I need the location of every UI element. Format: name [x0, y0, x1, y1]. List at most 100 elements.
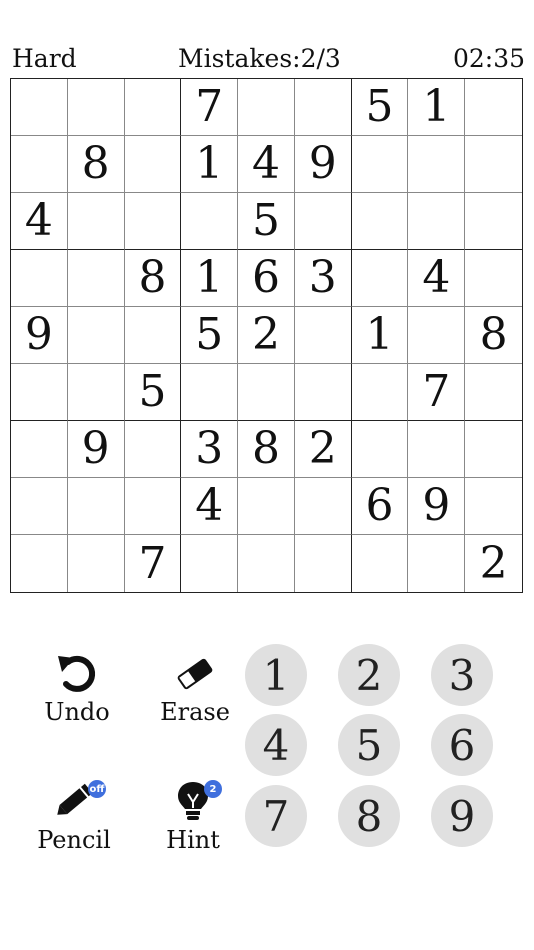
- sudoku-cell[interactable]: 7: [125, 535, 182, 592]
- sudoku-cell[interactable]: [238, 535, 295, 592]
- sudoku-cell[interactable]: [67, 250, 125, 307]
- sudoku-cell[interactable]: [68, 535, 125, 592]
- pencil-mode-badge: off: [88, 780, 106, 798]
- sudoku-cell[interactable]: [295, 535, 352, 592]
- sudoku-cell[interactable]: [181, 364, 239, 421]
- sudoku-cell[interactable]: [124, 478, 182, 535]
- sudoku-cell[interactable]: [351, 136, 409, 193]
- sudoku-cell[interactable]: 8: [67, 136, 125, 193]
- sudoku-cell[interactable]: 5: [124, 364, 182, 421]
- sudoku-cell[interactable]: [351, 193, 409, 250]
- sudoku-cell[interactable]: [465, 136, 522, 193]
- sudoku-cell[interactable]: [465, 421, 522, 478]
- sudoku-cell[interactable]: [67, 307, 125, 364]
- sudoku-cell[interactable]: 9: [67, 421, 125, 478]
- sudoku-cell[interactable]: [408, 421, 466, 478]
- sudoku-cell[interactable]: [11, 478, 68, 535]
- sudoku-cell[interactable]: [181, 193, 239, 250]
- sudoku-cell[interactable]: [11, 250, 68, 307]
- sudoku-cell[interactable]: [11, 421, 68, 478]
- sudoku-cell[interactable]: 6: [238, 250, 295, 307]
- number-key[interactable]: 7: [245, 785, 307, 847]
- number-key[interactable]: 4: [245, 714, 307, 776]
- sudoku-cell[interactable]: [408, 535, 466, 592]
- sudoku-cell[interactable]: [465, 79, 522, 136]
- sudoku-cell[interactable]: [351, 364, 409, 421]
- sudoku-cell[interactable]: 9: [294, 136, 352, 193]
- sudoku-cell[interactable]: [11, 136, 68, 193]
- number-key[interactable]: 6: [431, 714, 493, 776]
- sudoku-cell[interactable]: [294, 364, 352, 421]
- pencil-label: Pencil: [37, 826, 111, 854]
- sudoku-cell[interactable]: 1: [181, 250, 239, 307]
- sudoku-cell[interactable]: 4: [181, 478, 239, 535]
- sudoku-cell[interactable]: 2: [294, 421, 352, 478]
- sudoku-cell[interactable]: [294, 193, 352, 250]
- hint-button[interactable]: 2 Hint: [160, 778, 226, 854]
- sudoku-cell[interactable]: [11, 535, 68, 592]
- sudoku-cell[interactable]: 6: [351, 478, 409, 535]
- sudoku-cell[interactable]: [181, 535, 239, 592]
- sudoku-cell[interactable]: [124, 421, 182, 478]
- sudoku-cell[interactable]: [408, 193, 466, 250]
- sudoku-cell[interactable]: [124, 136, 182, 193]
- sudoku-cell[interactable]: 4: [238, 136, 295, 193]
- sudoku-cell[interactable]: 4: [408, 250, 466, 307]
- number-key[interactable]: 8: [338, 785, 400, 847]
- sudoku-cell[interactable]: [124, 193, 182, 250]
- sudoku-cell[interactable]: [11, 79, 68, 136]
- undo-button[interactable]: Undo: [40, 650, 114, 726]
- sudoku-cell[interactable]: 8: [124, 250, 182, 307]
- sudoku-cell[interactable]: [238, 79, 295, 136]
- sudoku-cell[interactable]: [67, 478, 125, 535]
- sudoku-cell[interactable]: [465, 250, 522, 307]
- sudoku-cell[interactable]: [408, 136, 466, 193]
- sudoku-cell[interactable]: 8: [465, 307, 522, 364]
- sudoku-cell[interactable]: 1: [181, 136, 239, 193]
- sudoku-cell[interactable]: 1: [408, 79, 466, 136]
- sudoku-cell[interactable]: 8: [238, 421, 295, 478]
- pencil-icon: off: [44, 778, 106, 824]
- sudoku-cell[interactable]: [351, 421, 409, 478]
- sudoku-cell[interactable]: 9: [11, 307, 68, 364]
- sudoku-cell[interactable]: [124, 79, 182, 136]
- sudoku-cell[interactable]: 3: [294, 250, 352, 307]
- sudoku-cell[interactable]: [124, 307, 182, 364]
- sudoku-cell[interactable]: 5: [351, 79, 409, 136]
- number-key[interactable]: 1: [245, 644, 307, 706]
- sudoku-cell[interactable]: [408, 307, 466, 364]
- number-key[interactable]: 3: [431, 644, 493, 706]
- sudoku-cell[interactable]: 4: [11, 193, 68, 250]
- sudoku-cell[interactable]: [67, 193, 125, 250]
- sudoku-cell[interactable]: [67, 364, 125, 421]
- sudoku-cell[interactable]: [294, 478, 352, 535]
- sudoku-cell[interactable]: 5: [238, 193, 295, 250]
- sudoku-cell[interactable]: [238, 478, 295, 535]
- sudoku-cell[interactable]: 9: [408, 478, 466, 535]
- undo-label: Undo: [44, 698, 110, 726]
- sudoku-cell[interactable]: [11, 364, 68, 421]
- number-key[interactable]: 2: [338, 644, 400, 706]
- sudoku-cell[interactable]: [465, 478, 522, 535]
- sudoku-cell[interactable]: [294, 307, 352, 364]
- sudoku-cell[interactable]: [238, 364, 295, 421]
- sudoku-cell[interactable]: 3: [181, 421, 239, 478]
- pencil-button[interactable]: off Pencil: [32, 778, 116, 854]
- sudoku-cell[interactable]: [352, 535, 409, 592]
- sudoku-cell[interactable]: [294, 79, 352, 136]
- sudoku-cell[interactable]: 2: [238, 307, 295, 364]
- sudoku-cell[interactable]: 2: [465, 535, 522, 592]
- sudoku-board: 751814945816349521857938246972: [10, 78, 523, 593]
- sudoku-cell[interactable]: 7: [181, 79, 239, 136]
- sudoku-cell[interactable]: 1: [351, 307, 409, 364]
- sudoku-cell[interactable]: [351, 250, 409, 307]
- sudoku-cell[interactable]: [67, 79, 125, 136]
- number-key[interactable]: 9: [431, 785, 493, 847]
- sudoku-cell[interactable]: 5: [181, 307, 239, 364]
- sudoku-cell[interactable]: 7: [408, 364, 466, 421]
- sudoku-cell[interactable]: [465, 364, 522, 421]
- sudoku-cell[interactable]: [465, 193, 522, 250]
- erase-button[interactable]: Erase: [156, 650, 234, 726]
- number-key[interactable]: 5: [338, 714, 400, 776]
- undo-arrow-icon: [54, 650, 100, 696]
